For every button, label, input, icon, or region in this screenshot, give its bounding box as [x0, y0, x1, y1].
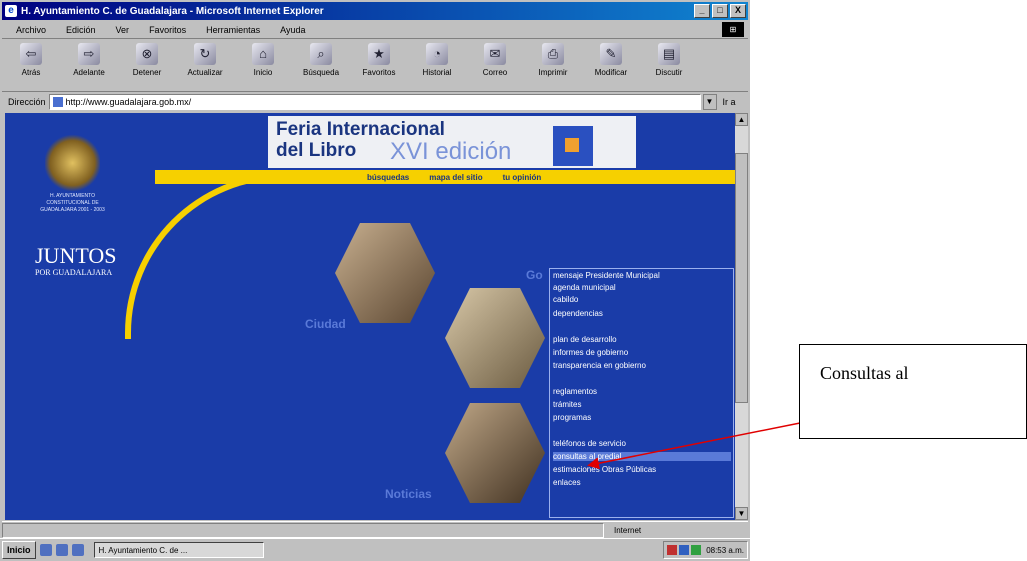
arrow-line [587, 422, 801, 470]
annotation-callout: Consultas al [799, 344, 1027, 439]
callout-text: Consultas al [820, 363, 909, 383]
annotation-arrow [587, 422, 801, 470]
